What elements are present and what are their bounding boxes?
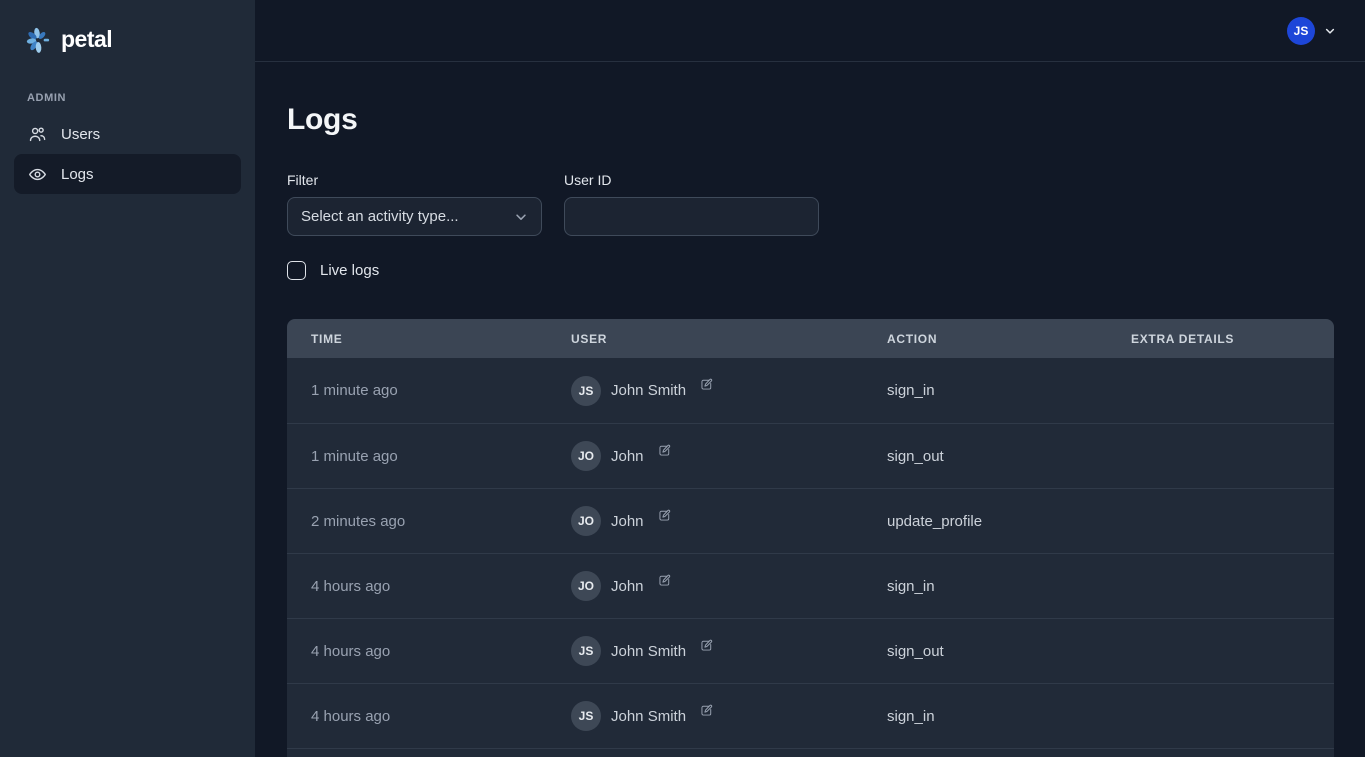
- user-avatar: JS: [571, 701, 601, 731]
- log-user-cell: JO John: [547, 506, 863, 536]
- users-icon: [28, 125, 47, 144]
- sidebar: petal ADMIN Users Logs: [0, 0, 255, 757]
- column-header: Action: [863, 332, 1107, 346]
- user-name: John Smith: [611, 643, 686, 660]
- chevron-down-icon[interactable]: [1324, 25, 1336, 37]
- log-time: 4 hours ago: [287, 578, 547, 595]
- log-user-cell: JS John Smith: [547, 376, 863, 406]
- log-action: sign_out: [863, 448, 1107, 465]
- log-user-cell: JO John: [547, 571, 863, 601]
- petal-logo-icon: [24, 26, 52, 54]
- content: Logs Filter Select an activity type... U…: [255, 62, 1365, 757]
- edit-user-icon[interactable]: [658, 574, 671, 587]
- log-user-cell: JS John Smith: [547, 701, 863, 731]
- column-header: User: [547, 332, 863, 346]
- table-row-partial: [287, 748, 1334, 757]
- user-name: John: [611, 448, 644, 465]
- live-logs-label: Live logs: [320, 262, 379, 279]
- column-header: Extra details: [1107, 332, 1334, 346]
- live-logs-toggle[interactable]: Live logs: [287, 261, 1334, 280]
- chevron-down-icon: [514, 210, 528, 224]
- table-row: 4 hours ago JS John Smith sign_in: [287, 683, 1334, 748]
- user-id-label: User ID: [564, 172, 819, 188]
- edit-user-icon[interactable]: [658, 509, 671, 522]
- sidebar-item-label: Logs: [61, 166, 94, 183]
- brand-name: petal: [61, 26, 112, 53]
- user-avatar: JO: [571, 506, 601, 536]
- brand[interactable]: petal: [0, 0, 255, 62]
- log-action: sign_out: [863, 643, 1107, 660]
- user-name: John: [611, 578, 644, 595]
- table-row: 1 minute ago JS John Smith sign_in: [287, 358, 1334, 423]
- user-avatar: JS: [571, 376, 601, 406]
- sidebar-section-label: ADMIN: [27, 92, 255, 104]
- user-name: John Smith: [611, 382, 686, 399]
- edit-user-icon[interactable]: [700, 639, 713, 652]
- column-header: Time: [287, 332, 547, 346]
- activity-type-select[interactable]: Select an activity type...: [287, 197, 542, 236]
- sidebar-item-label: Users: [61, 126, 100, 143]
- sidebar-item-logs[interactable]: Logs: [14, 154, 241, 194]
- user-name: John: [611, 513, 644, 530]
- log-time: 4 hours ago: [287, 643, 547, 660]
- topbar: JS: [255, 0, 1365, 62]
- log-user-cell: JO John: [547, 441, 863, 471]
- sidebar-item-users[interactable]: Users: [14, 114, 241, 154]
- user-avatar: JO: [571, 441, 601, 471]
- edit-user-icon[interactable]: [700, 704, 713, 717]
- page-title: Logs: [287, 103, 1334, 137]
- user-avatar: JS: [571, 636, 601, 666]
- eye-icon: [28, 165, 47, 184]
- filters: Filter Select an activity type... User I…: [287, 172, 1334, 236]
- select-placeholder: Select an activity type...: [301, 208, 459, 225]
- log-time: 1 minute ago: [287, 382, 547, 399]
- avatar[interactable]: JS: [1287, 17, 1315, 45]
- table-body: 1 minute ago JS John Smith sign_in 1 min…: [287, 358, 1334, 757]
- logs-table: TimeUserActionExtra details 1 minute ago…: [287, 319, 1334, 757]
- log-user-cell: JS John Smith: [547, 636, 863, 666]
- edit-user-icon[interactable]: [658, 444, 671, 457]
- log-time: 1 minute ago: [287, 448, 547, 465]
- log-action: sign_in: [863, 708, 1107, 725]
- edit-user-icon[interactable]: [700, 378, 713, 391]
- table-row: 1 minute ago JO John sign_out: [287, 423, 1334, 488]
- user-avatar: JO: [571, 571, 601, 601]
- table-row: 4 hours ago JS John Smith sign_out: [287, 618, 1334, 683]
- log-action: update_profile: [863, 513, 1107, 530]
- table-row: 2 minutes ago JO John update_profile: [287, 488, 1334, 553]
- log-action: sign_in: [863, 382, 1107, 399]
- sidebar-nav: Users Logs: [0, 114, 255, 194]
- table-header-row: TimeUserActionExtra details: [287, 319, 1334, 358]
- user-name: John Smith: [611, 708, 686, 725]
- log-time: 4 hours ago: [287, 708, 547, 725]
- log-time: 2 minutes ago: [287, 513, 547, 530]
- log-action: sign_in: [863, 578, 1107, 595]
- live-logs-checkbox[interactable]: [287, 261, 306, 280]
- table-row: 4 hours ago JO John sign_in: [287, 553, 1334, 618]
- filter-label: Filter: [287, 172, 542, 188]
- user-id-input[interactable]: [564, 197, 819, 236]
- account-menu[interactable]: JS: [1287, 17, 1336, 45]
